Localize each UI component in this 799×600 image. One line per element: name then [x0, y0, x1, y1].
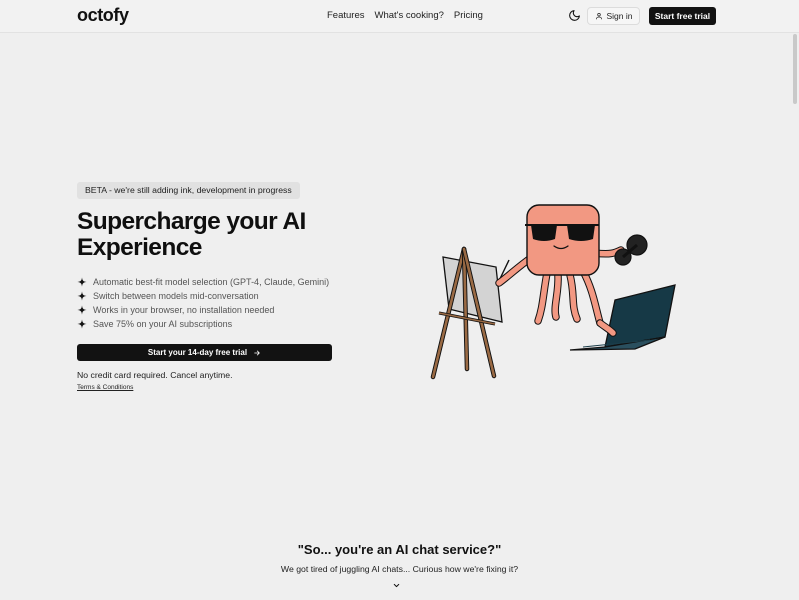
sparkle-icon — [77, 277, 87, 287]
nav-links: Features What's cooking? Pricing — [327, 10, 483, 21]
sparkle-icon — [77, 291, 87, 301]
terms-link[interactable]: Terms & Conditions — [77, 384, 133, 391]
octopus-icon — [495, 204, 676, 351]
feature-text: Automatic best-fit model selection (GPT-… — [93, 277, 330, 287]
feature-text: Save 75% on your AI subscriptions — [93, 319, 233, 329]
feature-item: Automatic best-fit model selection (GPT-… — [77, 275, 329, 289]
octopus-illustration — [430, 204, 676, 380]
sparkle-icon — [77, 319, 87, 329]
start-free-trial-button[interactable]: Start free trial — [649, 7, 716, 25]
sign-in-button[interactable]: Sign in — [587, 7, 640, 25]
section-title: "So... you're an AI chat service?" — [297, 542, 502, 557]
sparkle-icon — [77, 305, 87, 315]
start-trial-cta-button[interactable]: Start your 14-day free trial — [77, 344, 332, 361]
easel-icon — [430, 246, 503, 380]
feature-text: Works in your browser, no installation n… — [93, 305, 275, 315]
feature-item: Save 75% on your AI subscriptions — [77, 317, 329, 331]
user-icon — [595, 12, 602, 20]
nav-link-pricing[interactable]: Pricing — [454, 10, 483, 21]
nav-link-features[interactable]: Features — [327, 10, 365, 21]
feature-list: Automatic best-fit model selection (GPT-… — [77, 275, 329, 331]
sign-in-label: Sign in — [606, 11, 633, 21]
cta-label: Start your 14-day free trial — [147, 348, 248, 357]
feature-text: Switch between models mid-conversation — [93, 291, 259, 301]
chevron-down-icon[interactable] — [392, 581, 401, 590]
top-navbar: octofy Features What's cooking? Pricing … — [0, 0, 799, 33]
scrollbar[interactable] — [793, 34, 797, 104]
no-credit-card-note: No credit card required. Cancel anytime. — [77, 370, 233, 380]
moon-icon[interactable] — [568, 9, 581, 22]
feature-item: Works in your browser, no installation n… — [77, 303, 329, 317]
feature-item: Switch between models mid-conversation — [77, 289, 329, 303]
section-subtext: We got tired of juggling AI chats... Cur… — [280, 564, 519, 574]
beta-badge: BETA - we're still adding ink, developme… — [77, 182, 300, 199]
arrow-right-icon — [254, 350, 260, 355]
logo[interactable]: octofy — [77, 5, 129, 26]
hero-title: Supercharge your AI Experience — [77, 208, 306, 261]
nav-link-whats-cooking[interactable]: What's cooking? — [375, 10, 444, 21]
